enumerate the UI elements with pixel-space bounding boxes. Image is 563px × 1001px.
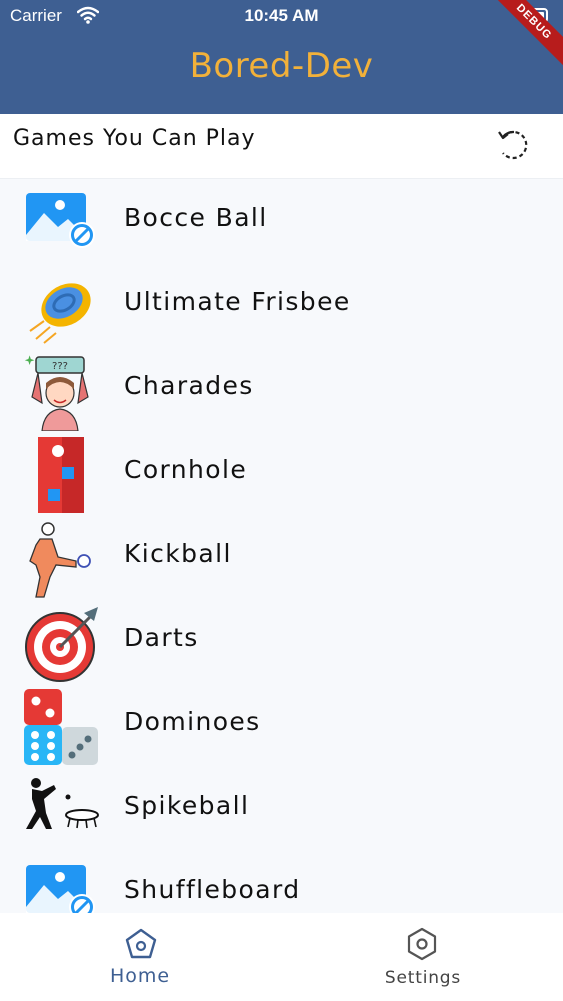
list-item[interactable]: Cornhole [0,431,563,515]
list-item[interactable]: Dominoes [0,683,563,767]
games-list: Bocce Ball Ultimate Frisbee ??? Charades [0,179,563,935]
app-title: Bored-Dev [189,46,374,86]
charades-icon: ??? [24,355,89,431]
clock: 10:45 AM [244,6,319,25]
dartboard-icon [25,607,98,682]
game-label: Ultimate Frisbee [124,287,351,316]
tab-settings[interactable]: Settings [282,913,563,1001]
cornhole-icon [38,437,84,513]
home-icon [125,928,157,959]
page-title: Games You Can Play [13,126,256,151]
game-label: Spikeball [124,791,250,820]
tab-home[interactable]: Home [0,913,282,1001]
game-label: Dominoes [124,707,261,736]
status-bar: Carrier 10:45 AM [0,0,563,34]
list-item[interactable]: Darts [0,599,563,683]
tab-settings-label: Settings [384,968,462,988]
app-bar: Carrier 10:45 AM Bored-Dev DEBUG [0,0,563,114]
list-item[interactable]: Spikeball [0,767,563,851]
dominoes-icon [24,689,98,765]
list-item[interactable]: ??? Charades [0,347,563,431]
frisbee-icon [29,283,91,344]
list-item[interactable]: Kickball [0,515,563,599]
game-label: Bocce Ball [124,203,268,232]
game-label: Charades [124,371,254,400]
svg-text:???: ??? [52,361,68,372]
list-item[interactable]: Ultimate Frisbee [0,263,563,347]
section-header: Games You Can Play [0,114,563,179]
settings-icon [407,927,437,961]
game-label: Shuffleboard [124,875,301,904]
kickball-icon [29,522,91,598]
list-item[interactable]: Bocce Ball [0,179,563,263]
refresh-icon[interactable] [495,126,533,164]
game-label: Darts [124,623,199,652]
spikeball-icon [26,778,99,829]
tab-home-label: Home [109,965,171,987]
game-label: Cornhole [124,455,248,484]
game-label: Kickball [124,539,232,568]
bottom-nav: Home Settings [0,913,563,1001]
broken-image-icon [26,193,95,248]
